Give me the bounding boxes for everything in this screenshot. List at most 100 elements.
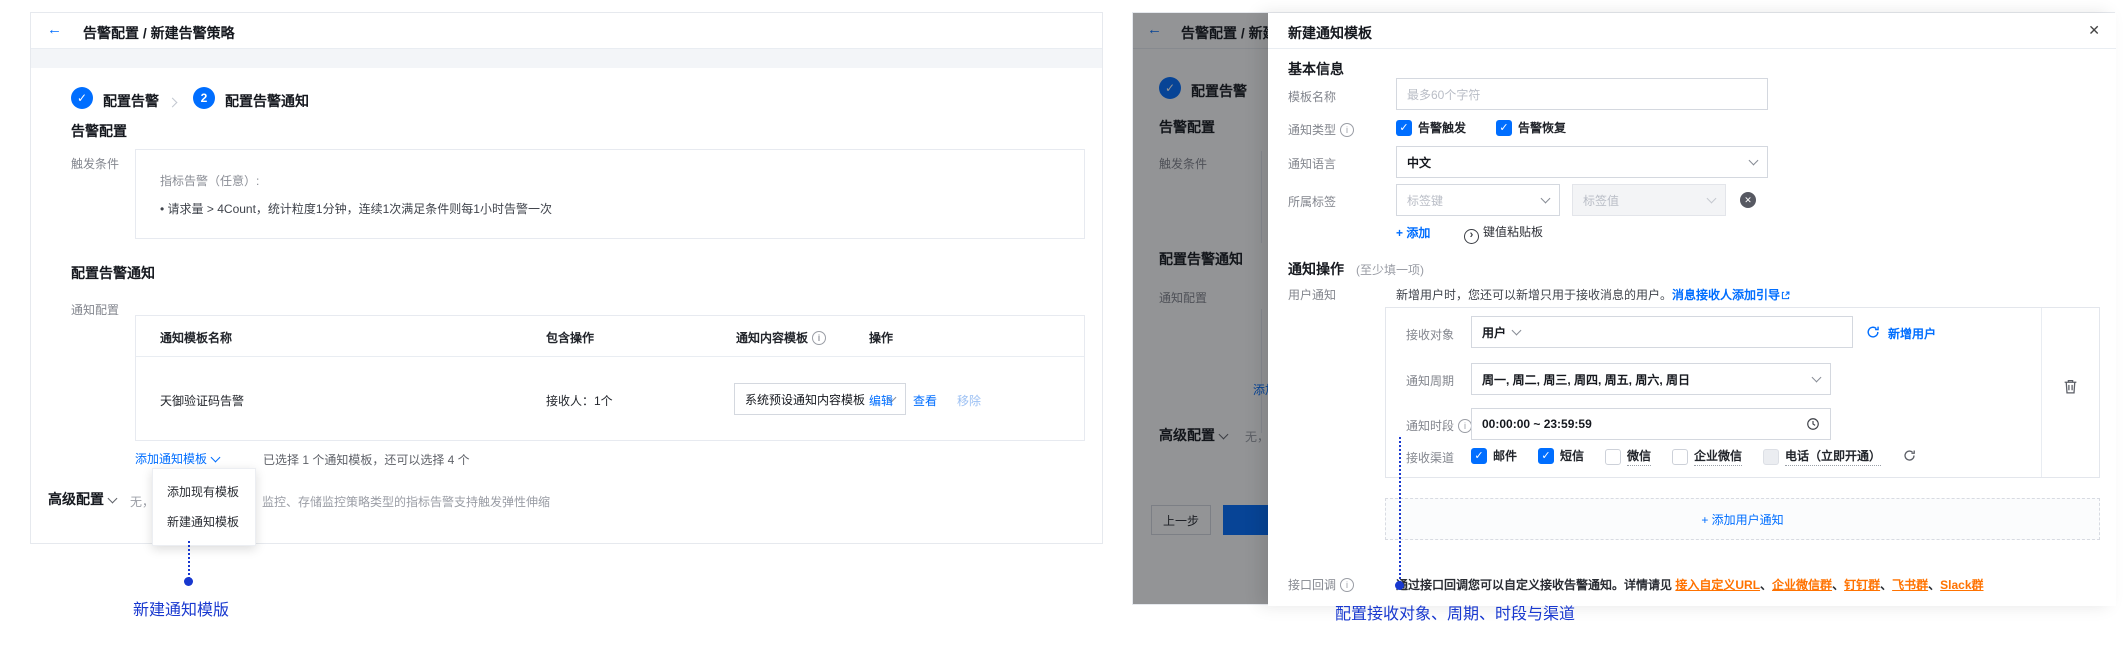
time-range-input[interactable]: 00:00:00 ~ 23:59:59 (1471, 408, 1831, 440)
tag-label: 所属标签 (1288, 195, 1337, 209)
chevron-down-icon (1811, 372, 1822, 386)
card-divider (2041, 308, 2042, 477)
notify-template-table: 通知模板名称 包含操作 通知内容模板 i 操作 天御验证码告警 接收人：1个 系统… (135, 315, 1085, 441)
remove-tag-icon[interactable]: ✕ (1740, 192, 1756, 208)
left-annotation-line (188, 541, 190, 579)
tag-key-select[interactable]: 标签键 (1396, 184, 1560, 216)
info-icon[interactable]: i (812, 331, 827, 345)
add-user-link[interactable]: 新增用户 (1888, 325, 1936, 342)
menu-item-add-existing[interactable]: 添加现有模板 (153, 477, 255, 507)
close-icon[interactable]: ✕ (2088, 22, 2100, 39)
checkbox-email[interactable]: ✓ 邮件 (1471, 447, 1517, 464)
right-screenshot: ← 告警配置 / 新建 ✓ 配置告警 告警配置 触发条件 配置告警通知 通知配置… (1132, 12, 2116, 606)
trigger-title: 指标告警（任意）: (160, 174, 260, 188)
kv-clipboard-link[interactable]: › 键值粘贴板 (1464, 223, 1543, 244)
right-annotation-text: 配置接收对象、周期、时段与渠道 (1335, 606, 1576, 623)
external-link-icon (1781, 291, 1790, 300)
checkbox-icon-disabled (1763, 448, 1779, 465)
section-alarm-config: 告警配置 (71, 123, 127, 139)
callback-link-feishu-group[interactable]: 飞书群 (1892, 578, 1928, 592)
step1-check-icon: ✓ (71, 87, 93, 109)
table-row: 天御验证码告警 接收人：1个 系统预设通知内容模板 编辑 查看 移除 (136, 356, 1084, 440)
channel-label: 接收渠道 (1406, 451, 1455, 465)
add-notify-template-link[interactable]: 添加通知模板 (135, 450, 221, 467)
callback-link-dingtalk-group[interactable]: 钉钉群 (1844, 578, 1880, 592)
checkbox-check-icon: ✓ (1538, 447, 1554, 464)
table-header-row: 通知模板名称 包含操作 通知内容模板 i 操作 (136, 316, 1084, 357)
checkbox-icon (1672, 448, 1688, 465)
col-content-template: 通知内容模板 i (736, 329, 827, 346)
checkbox-sms[interactable]: ✓ 短信 (1538, 447, 1584, 464)
info-icon[interactable]: i (1340, 578, 1355, 592)
info-icon[interactable]: i (1340, 123, 1355, 137)
trash-icon[interactable] (2062, 378, 2079, 395)
add-user-notify-button[interactable]: + 添加用户通知 (1385, 498, 2100, 540)
section-basic-info: 基本信息 (1288, 61, 1344, 77)
left-annotation-text: 新建通知模版 (133, 602, 230, 619)
menu-item-new-template[interactable]: 新建通知模板 (153, 507, 255, 537)
receiver-guide-link[interactable]: 消息接收人添加引导 (1672, 288, 1780, 302)
checkbox-phone[interactable]: 电话（立即开通） (1763, 447, 1882, 466)
checkbox-check-icon: ✓ (1471, 447, 1487, 464)
checkbox-alarm-trigger[interactable]: ✓ 告警触发 (1396, 119, 1466, 136)
chevron-down-icon (1540, 193, 1551, 207)
page-title: 告警配置 / 新建告警策略 (83, 25, 235, 41)
advanced-text-after: 监控、存储监控策略类型的指标告警支持触发弹性伸缩 (262, 495, 551, 509)
left-header: ← 告警配置 / 新建告警策略 (31, 13, 1102, 49)
trigger-rule: 请求量 > 4Count，统计粒度1分钟，连续1次满足条件则每1小时告警一次 (167, 202, 552, 216)
time-range-label: 通知时段 i (1406, 417, 1473, 434)
template-name-label: 模板名称 (1288, 90, 1337, 104)
user-notify-label: 用户通知 (1288, 288, 1337, 302)
notify-lang-select[interactable]: 中文 (1396, 146, 1768, 178)
left-screenshot: ← 告警配置 / 新建告警策略 ✓ 配置告警 2 配置告警通知 告警配置 触发条… (30, 12, 1103, 546)
cycle-label: 通知周期 (1406, 374, 1455, 388)
col-template-name: 通知模板名称 (160, 331, 233, 345)
checkbox-alarm-recover[interactable]: ✓ 告警恢复 (1496, 119, 1566, 136)
cell-template-name: 天御验证码告警 (160, 394, 245, 408)
step-separator-icon (167, 95, 178, 109)
page: ← 告警配置 / 新建告警策略 ✓ 配置告警 2 配置告警通知 告警配置 触发条… (0, 0, 2127, 645)
selected-hint: 已选择 1 个通知模板，还可以选择 4 个 (263, 453, 470, 467)
chevron-down-icon (210, 452, 221, 463)
edit-link[interactable]: 编辑 (869, 392, 893, 409)
step2-label: 配置告警通知 (225, 93, 309, 109)
template-name-input[interactable]: 最多60个字符 (1396, 78, 1768, 110)
receiver-input[interactable] (1530, 316, 1853, 348)
tag-value-select-disabled[interactable]: 标签值 (1572, 184, 1726, 216)
callback-link-custom-url[interactable]: 接入自定义URL (1675, 578, 1760, 592)
checkbox-check-icon: ✓ (1396, 119, 1412, 136)
notify-config-label: 通知配置 (71, 303, 120, 317)
callback-link-wecom-group[interactable]: 企业微信群 (1772, 578, 1832, 592)
chevron-down-icon (1511, 325, 1522, 339)
receiver-label: 接收对象 (1406, 328, 1455, 342)
add-tag-link[interactable]: + 添加 (1396, 224, 1430, 241)
right-annotation-dot (1395, 581, 1404, 590)
left-annotation-dot (184, 577, 193, 586)
cell-contains: 接收人：1个 (546, 394, 613, 408)
checkbox-wecom[interactable]: 企业微信 (1672, 447, 1743, 466)
clipboard-icon: › (1464, 229, 1479, 244)
drawer-title: 新建通知模板 (1288, 25, 1372, 41)
back-arrow-icon[interactable]: ← (47, 21, 62, 38)
add-template-menu: 添加现有模板 新建通知模板 (152, 468, 256, 546)
notify-operation-hint: (至少填一项) (1356, 263, 1424, 277)
callback-link-slack-group[interactable]: Slack群 (1940, 578, 1983, 592)
clock-icon (1807, 418, 1819, 430)
view-link[interactable]: 查看 (913, 392, 937, 409)
backdrop-strip: ← 告警配置 / 新建 ✓ 配置告警 告警配置 触发条件 配置告警通知 通知配置… (1133, 13, 1268, 604)
remove-link-disabled[interactable]: 移除 (957, 392, 981, 409)
chevron-down-icon (1706, 193, 1717, 207)
refresh-icon[interactable] (1866, 324, 1880, 339)
checkbox-icon (1605, 448, 1621, 465)
cycle-select[interactable]: 周一, 周二, 周三, 周四, 周五, 周六, 周日 (1471, 363, 1831, 395)
refresh-icon[interactable] (1903, 448, 1916, 462)
info-icon[interactable]: i (1458, 419, 1473, 433)
callback-text: 通过接口回调您可以自定义接收告警通知。详情请见 接入自定义URL、企业微信群、钉… (1396, 578, 1984, 592)
checkbox-wechat[interactable]: 微信 (1605, 447, 1652, 466)
trigger-condition-box: 指标告警（任意）: • 请求量 > 4Count，统计粒度1分钟，连续1次满足条… (135, 149, 1085, 239)
receiver-type-select[interactable]: 用户 (1471, 316, 1531, 348)
notify-lang-label: 通知语言 (1288, 157, 1337, 171)
checkbox-check-icon: ✓ (1496, 119, 1512, 136)
col-actions: 操作 (869, 331, 894, 345)
advanced-config-label[interactable]: 高级配置 (48, 489, 118, 509)
